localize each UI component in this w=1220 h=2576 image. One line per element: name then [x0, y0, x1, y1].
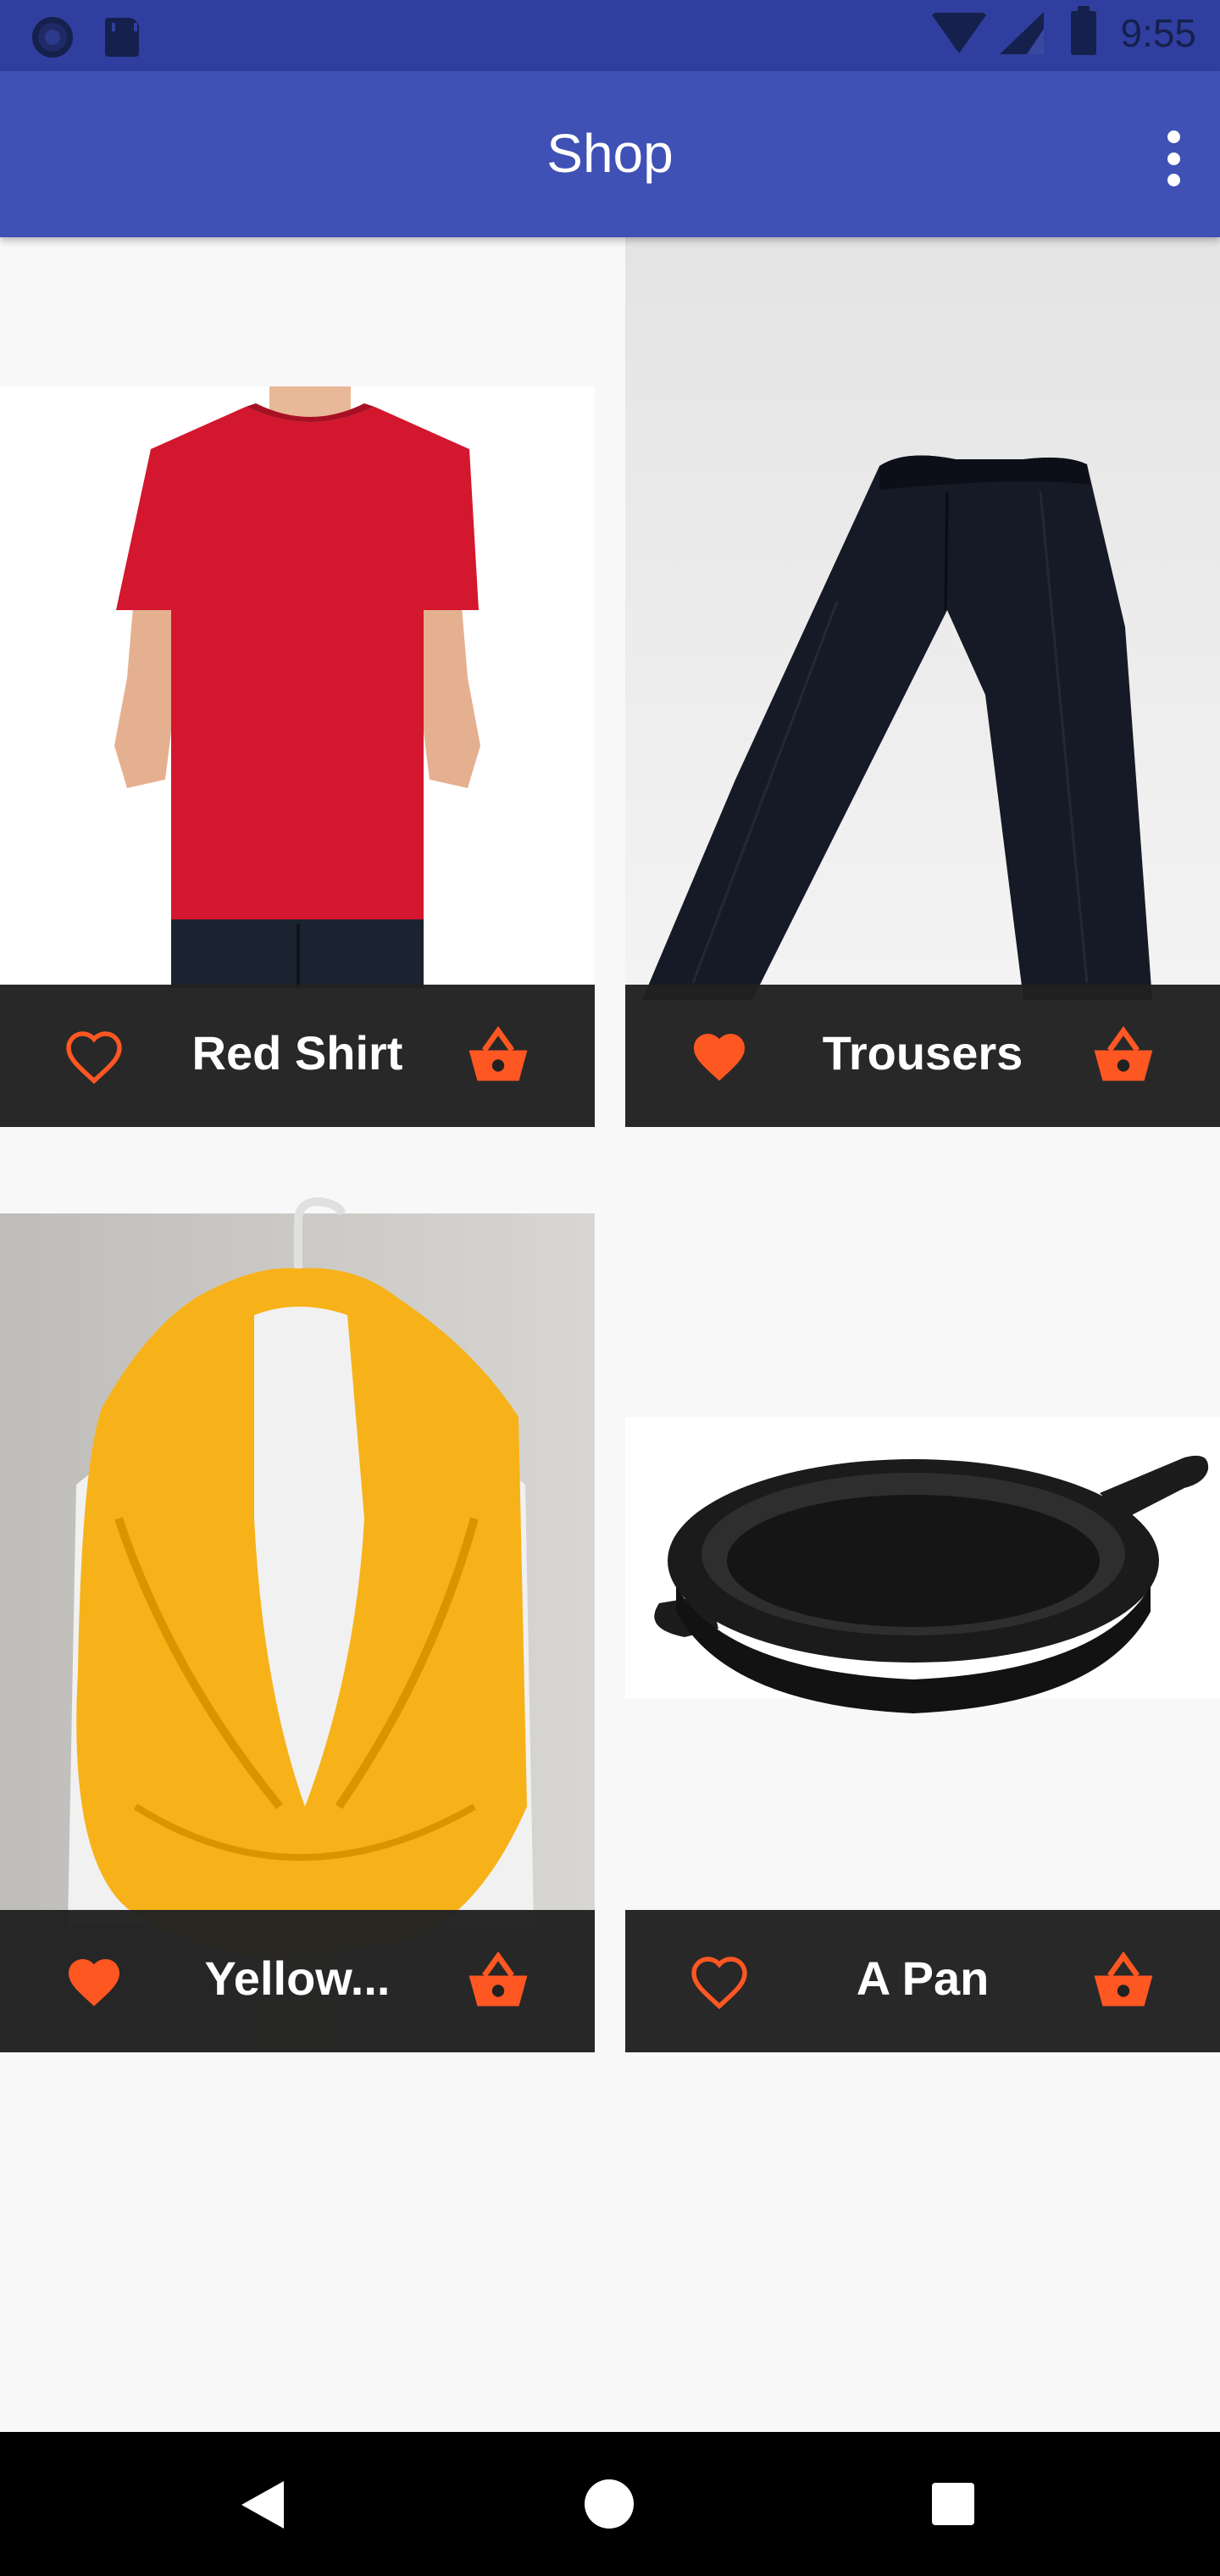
back-icon[interactable] [241, 2481, 284, 2529]
heart-filled-icon[interactable] [686, 1029, 752, 1085]
signal-icon [1000, 12, 1045, 54]
recents-icon[interactable] [932, 2483, 974, 2525]
product-card[interactable]: Yellow... [0, 1163, 595, 2052]
product-title: Yellow... [204, 1951, 391, 2005]
heart-filled-icon[interactable] [61, 1954, 127, 2010]
overflow-menu-icon[interactable] [1161, 130, 1186, 186]
product-card[interactable]: Red Shirt [0, 237, 595, 1127]
status-left-icons [32, 17, 139, 58]
sd-card-icon [105, 18, 139, 57]
page-title: Shop [546, 123, 674, 184]
status-bar: 9:55 [0, 0, 1220, 71]
shopping-basket-icon[interactable] [464, 1025, 532, 1086]
product-title: A Pan [856, 1951, 990, 2005]
product-title: Red Shirt [191, 1026, 403, 1080]
product-card-footer: Yellow... [0, 1910, 595, 2052]
shopping-basket-icon[interactable] [1090, 1951, 1157, 2012]
status-time: 9:55 [1120, 11, 1196, 55]
product-card-footer: A Pan [625, 1910, 1220, 2052]
shopping-basket-icon[interactable] [1090, 1025, 1157, 1086]
wifi-icon [930, 13, 989, 53]
product-card-footer: Trousers [625, 985, 1220, 1127]
heart-outline-icon[interactable] [686, 1954, 752, 2010]
heart-outline-icon[interactable] [61, 1029, 127, 1085]
battery-icon [1071, 6, 1097, 55]
home-icon[interactable] [585, 2479, 634, 2529]
app-bar: Shop [0, 71, 1220, 237]
circle-app-icon [32, 17, 73, 58]
shopping-basket-icon[interactable] [464, 1951, 532, 2012]
system-nav-bar [0, 2432, 1220, 2576]
product-card[interactable]: A Pan [625, 1163, 1220, 2052]
product-card[interactable]: Trousers [625, 237, 1220, 1127]
product-card-footer: Red Shirt [0, 985, 595, 1127]
status-right-icons: 9:55 [930, 6, 1196, 56]
product-title: Trousers [822, 1026, 1023, 1080]
